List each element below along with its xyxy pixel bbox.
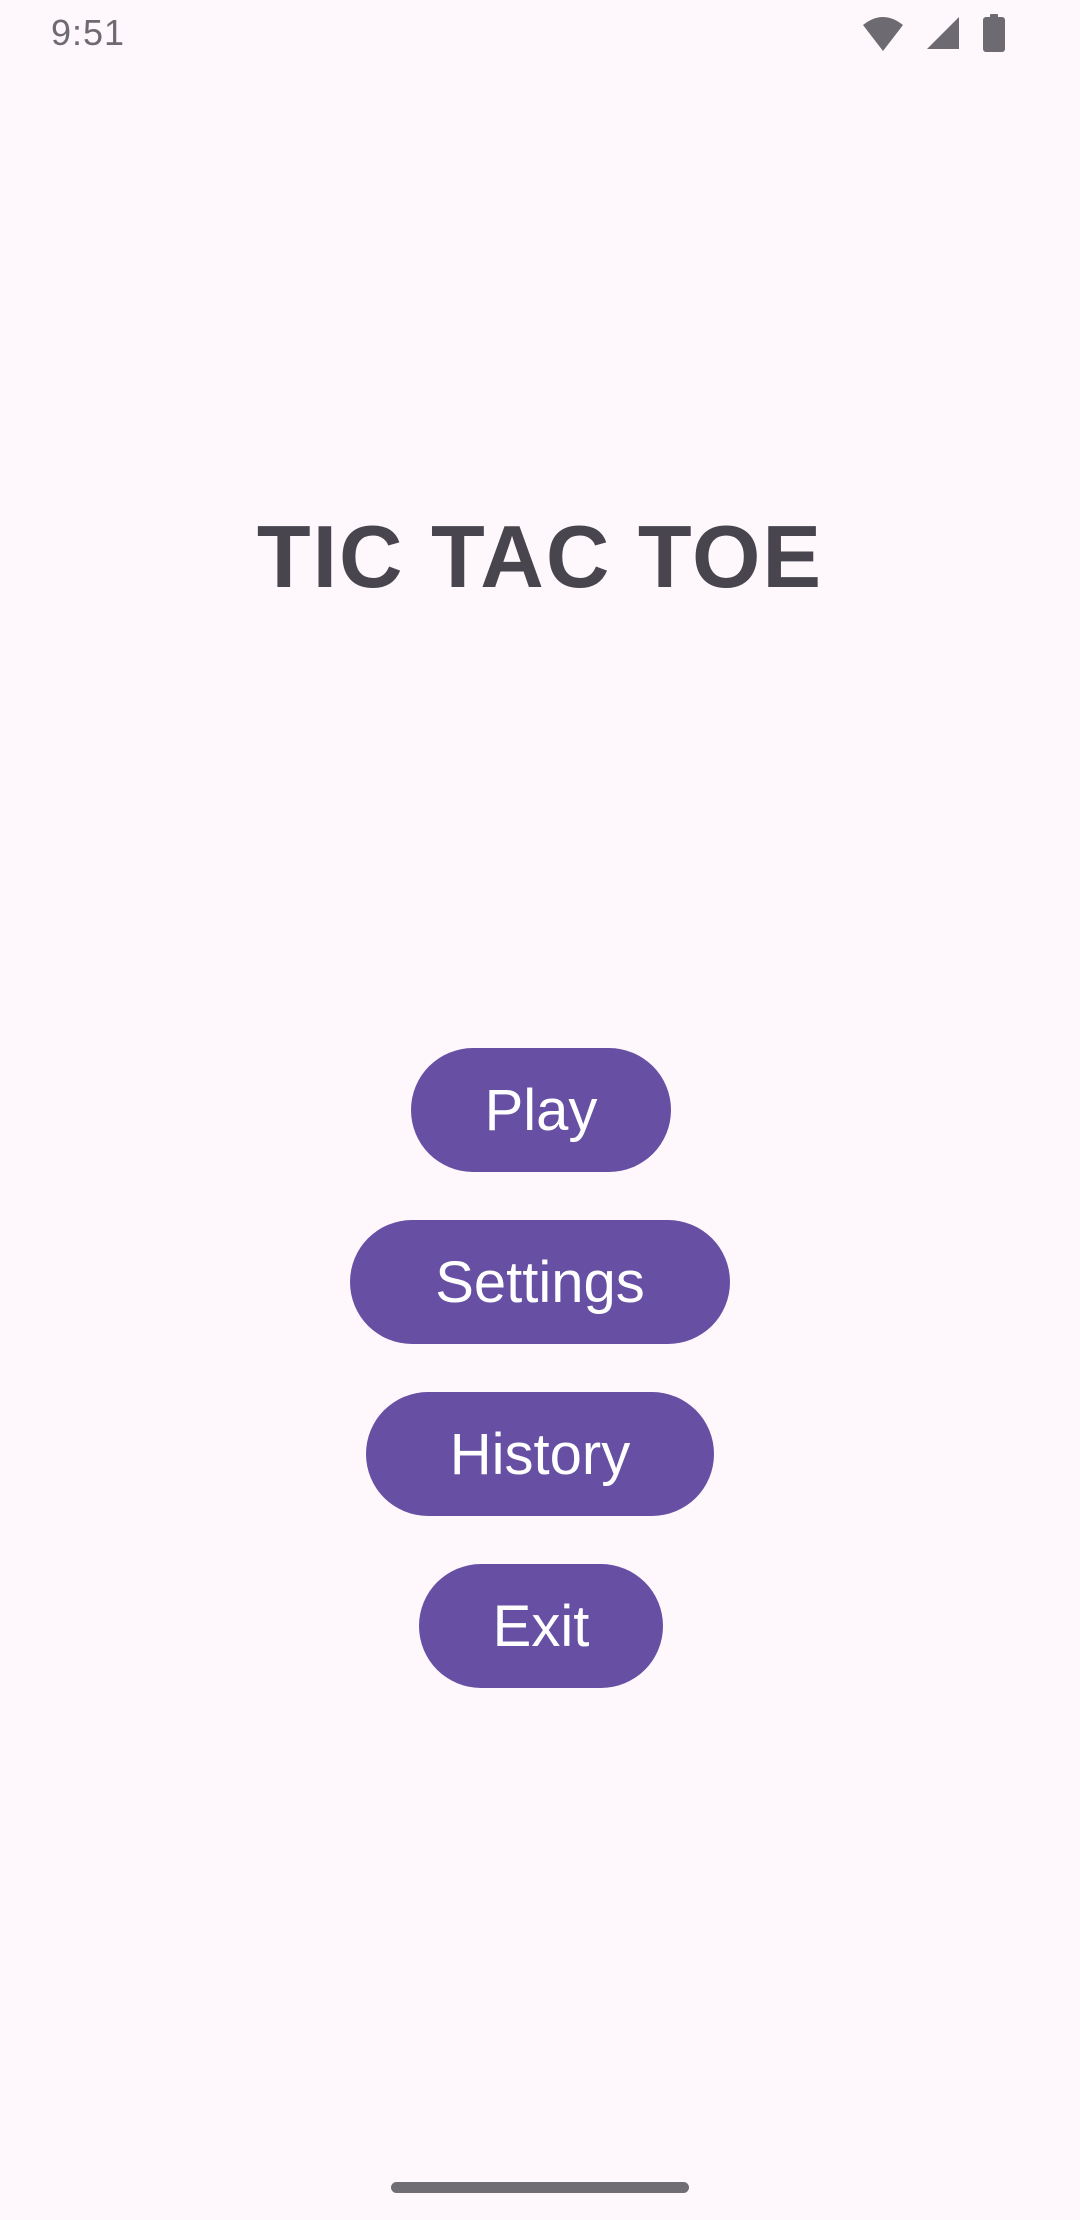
battery-icon [983, 14, 1005, 57]
settings-button[interactable]: Settings [350, 1220, 730, 1344]
history-button[interactable]: History [366, 1392, 714, 1516]
exit-button[interactable]: Exit [419, 1564, 663, 1688]
signal-icon [925, 15, 961, 56]
page-title: TIC TAC TOE [256, 507, 824, 606]
status-bar: 9:51 [0, 0, 1080, 66]
status-time: 9:51 [51, 12, 126, 53]
play-button[interactable]: Play [411, 1048, 671, 1172]
status-icons [861, 14, 1005, 57]
home-indicator[interactable] [391, 2182, 689, 2193]
wifi-icon [861, 15, 905, 56]
